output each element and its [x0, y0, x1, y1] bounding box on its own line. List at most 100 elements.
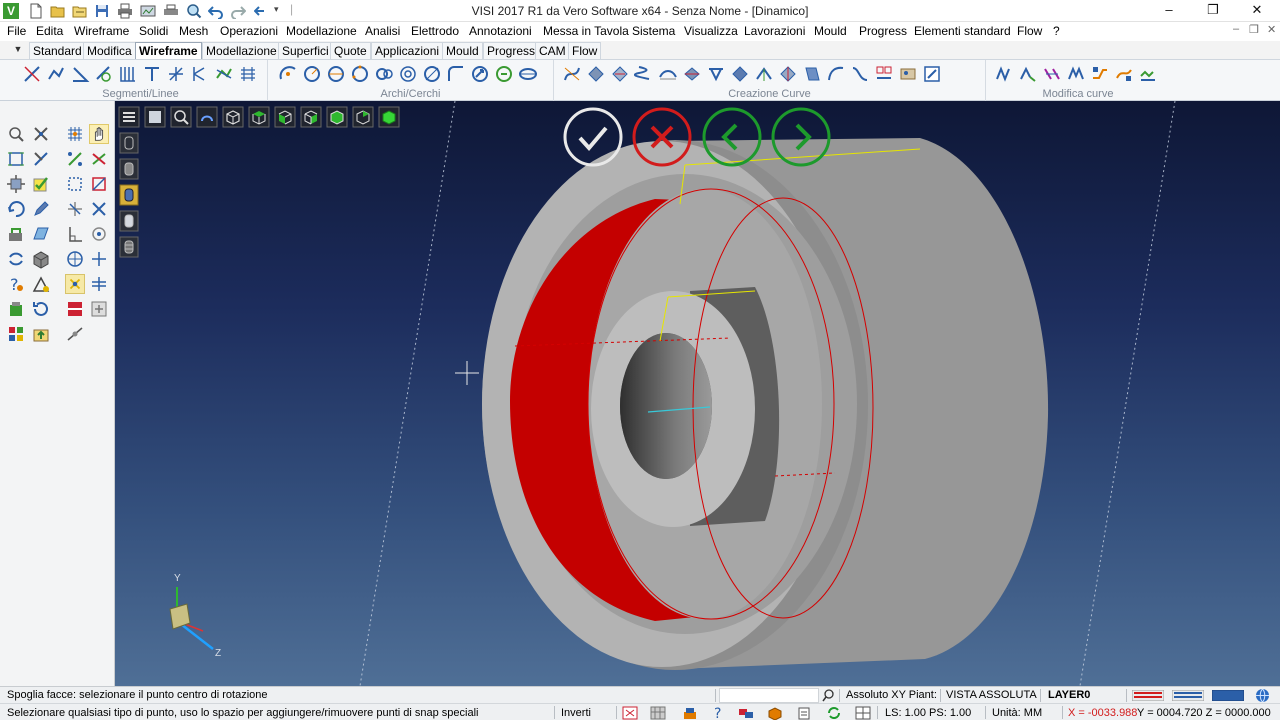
menu-elementi-standard[interactable]: Elementi standard [914, 24, 1011, 38]
export-icon[interactable] [31, 324, 51, 344]
section-view-icon[interactable] [89, 149, 109, 169]
line-style-blue-icon[interactable] [1172, 690, 1204, 701]
snap-toggle-icon[interactable] [622, 706, 638, 720]
snap-center-icon[interactable] [65, 249, 85, 269]
snap-box-icon[interactable] [65, 174, 85, 194]
polyline-icon[interactable] [46, 64, 66, 84]
layers-icon[interactable] [6, 224, 26, 244]
view-cube-back-icon[interactable] [352, 106, 374, 128]
select-all-icon[interactable] [89, 174, 109, 194]
ellipse-icon[interactable] [518, 64, 538, 84]
tab-applicazioni[interactable]: Applicazioni [371, 42, 444, 59]
mdi-minimize-button[interactable]: – [1233, 23, 1239, 35]
circle-two-points-icon[interactable] [326, 64, 346, 84]
menu-file[interactable]: File [7, 24, 26, 38]
active-layer[interactable]: LAYER0 [1048, 689, 1090, 701]
pan-hand-icon[interactable] [89, 124, 109, 144]
curve-join-icon[interactable] [1066, 64, 1086, 84]
pencil-edit-icon[interactable] [31, 199, 51, 219]
curve-surface-edge-icon[interactable] [730, 64, 750, 84]
curve-connect-icon[interactable] [826, 64, 846, 84]
graphics-viewport[interactable]: Y Z [115, 101, 1280, 686]
curve-text-icon[interactable] [874, 64, 894, 84]
history-icon[interactable] [31, 299, 51, 319]
line-width-icon[interactable] [1212, 690, 1244, 701]
curve-silhouette-icon[interactable] [706, 64, 726, 84]
minimize-button[interactable]: – [1146, 0, 1192, 22]
snap-perpendicular-icon[interactable] [65, 224, 85, 244]
invert-button[interactable]: Inverti [561, 707, 591, 719]
view-cube-front-icon[interactable] [274, 106, 296, 128]
curve-intersection-icon[interactable] [682, 64, 702, 84]
snap-nearest-icon[interactable] [89, 274, 109, 294]
grid-toggle-icon[interactable] [650, 706, 666, 720]
clipboard-icon[interactable] [796, 706, 812, 720]
curve-project-icon[interactable] [610, 64, 630, 84]
deselect-icon[interactable] [89, 199, 109, 219]
globe-icon[interactable] [1255, 688, 1270, 703]
view-cube-iso-icon[interactable] [326, 106, 348, 128]
shaded-edges-mode-icon[interactable] [119, 184, 139, 206]
arc-three-points-icon[interactable] [278, 64, 298, 84]
mesh-mode-icon[interactable] [119, 236, 139, 258]
snap-quadrant-icon[interactable] [89, 224, 109, 244]
menu-mesh[interactable]: Mesh [179, 24, 208, 38]
tab-wireframe[interactable]: Wireframe [135, 42, 202, 59]
curve-iso-icon[interactable] [754, 64, 774, 84]
snap-points-icon[interactable] [65, 149, 85, 169]
snap-intersection-icon[interactable] [65, 199, 85, 219]
curve-edit-icon[interactable] [922, 64, 942, 84]
surface-icon[interactable] [31, 224, 51, 244]
menu-edita[interactable]: Edita [36, 24, 63, 38]
solid-box-icon[interactable] [31, 249, 51, 269]
snap-mid-point-icon[interactable] [65, 324, 85, 344]
mdi-close-button[interactable]: ✕ [1267, 23, 1276, 36]
network-icon[interactable] [738, 706, 754, 720]
palette-icon[interactable] [6, 324, 26, 344]
menu-flow[interactable]: Flow [1017, 24, 1042, 38]
curve-bridge-icon[interactable] [658, 64, 678, 84]
restore-button[interactable]: ❐ [1190, 0, 1236, 22]
rotate-view-icon[interactable] [6, 199, 26, 219]
line-tangent-icon[interactable] [94, 64, 114, 84]
curve-smooth-icon[interactable] [1114, 64, 1134, 84]
grid-lines-icon[interactable] [118, 64, 138, 84]
tab-cam[interactable]: CAM [535, 42, 570, 59]
arc-tangent-icon[interactable] [470, 64, 490, 84]
wireframe-view-icon[interactable] [31, 124, 51, 144]
view-cube-wire-icon[interactable] [222, 106, 244, 128]
menu-visualizza[interactable]: Visualizza [684, 24, 738, 38]
view-cube-top-icon[interactable] [248, 106, 270, 128]
tab-modellazione[interactable]: Modellazione [202, 42, 281, 59]
circle-center-radius-icon[interactable] [302, 64, 322, 84]
shaded-mode-icon[interactable] [119, 132, 139, 154]
line-offset-icon[interactable] [190, 64, 210, 84]
snap-settings-icon[interactable] [89, 299, 109, 319]
menu-help[interactable]: ? [1053, 24, 1060, 38]
curve-offset-icon[interactable] [586, 64, 606, 84]
menu-wireframe[interactable]: Wireframe [74, 24, 129, 38]
view-cube-side-icon[interactable] [300, 106, 322, 128]
tab-modifica[interactable]: Modifica [83, 42, 136, 59]
menu-modellazione[interactable]: Modellazione [286, 24, 357, 38]
close-button[interactable]: ✕ [1234, 0, 1280, 22]
view-name[interactable]: VISTA ASSOLUTA [946, 689, 1037, 701]
curve-rebuild-icon[interactable] [1090, 64, 1110, 84]
line-pattern-icon[interactable] [238, 64, 258, 84]
menu-operazioni[interactable]: Operazioni [220, 24, 278, 38]
line-two-points-icon[interactable] [22, 64, 42, 84]
circle-concentric-icon[interactable] [398, 64, 418, 84]
tab-superfici[interactable]: Superfici [278, 42, 333, 59]
confirm-button[interactable] [562, 107, 624, 167]
line-perpendicular-icon[interactable] [142, 64, 162, 84]
menu-messa-in-tavola[interactable]: Messa in Tavola [543, 24, 629, 38]
curve-helix-icon[interactable] [634, 64, 654, 84]
circle-diameter-icon[interactable] [422, 64, 442, 84]
line-bisector-icon[interactable] [166, 64, 186, 84]
snap-tangent-icon[interactable] [89, 249, 109, 269]
snap-free-point-icon[interactable] [65, 274, 85, 294]
triangle-measure-icon[interactable] [31, 274, 51, 294]
line-hatch-icon[interactable] [214, 64, 234, 84]
hidden-line-mode-icon[interactable] [119, 158, 139, 180]
attributes-icon[interactable] [6, 299, 26, 319]
